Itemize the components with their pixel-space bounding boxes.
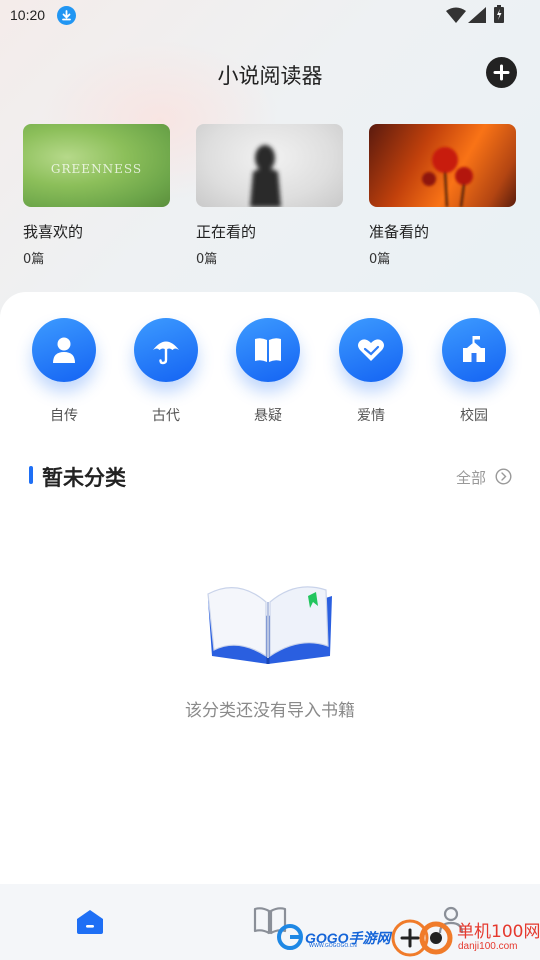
heart-icon xyxy=(358,339,384,361)
home-icon[interactable] xyxy=(74,905,106,941)
status-bar: 10:20 xyxy=(0,0,540,32)
plus-icon xyxy=(493,64,510,81)
category-label: 自传 xyxy=(50,408,78,424)
download-icon xyxy=(57,6,76,25)
category-romance[interactable]: 爱情 xyxy=(326,318,416,425)
rose-image xyxy=(422,147,473,207)
category-label: 悬疑 xyxy=(254,408,282,424)
shelf-name: 我喜欢的 xyxy=(23,223,84,241)
category-label: 古代 xyxy=(152,408,180,424)
category-icon-circle xyxy=(339,318,403,382)
danji-watermark-logo xyxy=(390,914,456,960)
school-icon xyxy=(463,336,485,362)
category-label: 爱情 xyxy=(357,408,385,424)
umbrella-icon xyxy=(153,341,179,365)
battery-icon xyxy=(494,5,504,27)
page-title: 小说阅读器 xyxy=(217,64,323,88)
category-mystery[interactable]: 悬疑 xyxy=(223,318,313,425)
silhouette-image xyxy=(250,145,281,207)
danji-watermark-text: 单机100网 xyxy=(457,922,540,942)
empty-book-illustration xyxy=(204,576,334,672)
category-icon-circle xyxy=(442,318,506,382)
chevron-right-circle-icon[interactable] xyxy=(495,468,512,489)
shelf-favorites[interactable]: GREENNESS 我喜欢的 0篇 xyxy=(23,124,170,267)
signal-icon xyxy=(468,7,486,27)
cover-text: GREENNESS xyxy=(50,162,143,176)
category-icon-circle xyxy=(134,318,198,382)
person-icon xyxy=(53,337,75,363)
shelf-reading[interactable]: 正在看的 0篇 xyxy=(196,124,343,267)
shelf-cover-image xyxy=(369,124,516,207)
status-time: 10:20 xyxy=(10,7,46,23)
gogo-watermark-url: WWW.GOGOGO.CN xyxy=(309,943,357,949)
category-campus[interactable]: 校园 xyxy=(429,318,519,425)
shelf-count: 0篇 xyxy=(369,252,391,267)
view-all-link[interactable]: 全部 xyxy=(456,467,486,488)
shelf-cover-image: GREENNESS xyxy=(23,124,170,207)
open-book-icon xyxy=(255,338,281,362)
shelf-name: 准备看的 xyxy=(369,223,430,241)
category-autobiography[interactable]: 自传 xyxy=(19,318,109,425)
category-icon-circle xyxy=(32,318,96,382)
shelf-count: 0篇 xyxy=(23,252,45,267)
section-title: 暂未分类 xyxy=(42,466,126,490)
add-button[interactable] xyxy=(486,57,517,88)
category-ancient[interactable]: 古代 xyxy=(121,318,211,425)
danji-watermark-url: danji100.com xyxy=(458,941,518,952)
section-accent-bar xyxy=(29,466,33,484)
category-label: 校园 xyxy=(460,408,488,424)
shelf-name: 正在看的 xyxy=(196,223,257,241)
shelf-to-read[interactable]: 准备看的 0篇 xyxy=(369,124,516,267)
category-icon-circle xyxy=(236,318,300,382)
wifi-icon xyxy=(446,7,466,27)
shelf-cover-image xyxy=(196,124,343,207)
empty-state-message: 该分类还没有导入书籍 xyxy=(185,701,355,721)
shelf-count: 0篇 xyxy=(196,252,218,267)
